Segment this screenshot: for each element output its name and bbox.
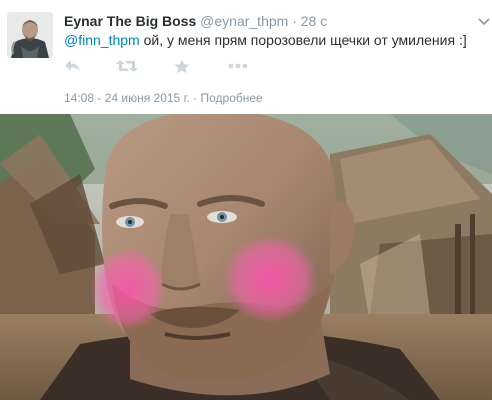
more-button[interactable] bbox=[228, 57, 248, 75]
more-dots-icon bbox=[228, 63, 248, 69]
mention-link[interactable]: @finn_thpm bbox=[64, 32, 140, 48]
tweet-meta: 14:08 - 24 июня 2015 г. · Подробнее bbox=[64, 90, 263, 106]
tweet-header: Eynar The Big Boss @eynar_thpm · 28 с bbox=[64, 12, 327, 30]
avatar[interactable] bbox=[7, 12, 53, 58]
reply-icon bbox=[64, 59, 82, 73]
header-separator: · bbox=[292, 13, 297, 29]
details-link[interactable]: Подробнее bbox=[200, 91, 262, 105]
tweet-actions bbox=[64, 57, 324, 75]
tweet-text: @finn_thpm ой, у меня прям порозовели ще… bbox=[64, 31, 484, 49]
tweet-card: Eynar The Big Boss @eynar_thpm · 28 с @f… bbox=[0, 0, 492, 400]
chevron-down-icon[interactable] bbox=[478, 18, 492, 28]
tweet-time[interactable]: 28 с bbox=[301, 13, 327, 29]
reply-button[interactable] bbox=[64, 57, 82, 75]
meta-separator: · bbox=[189, 91, 201, 105]
tweet-photo[interactable] bbox=[0, 114, 492, 400]
tweet-timestamp[interactable]: 14:08 - 24 июня 2015 г. bbox=[64, 91, 190, 105]
tweet-body: ой, у меня прям порозовели щечки от умил… bbox=[139, 32, 467, 48]
author-handle[interactable]: @eynar_thpm bbox=[200, 13, 288, 29]
star-icon bbox=[174, 59, 190, 74]
retweet-icon bbox=[116, 59, 138, 73]
retweet-button[interactable] bbox=[116, 57, 138, 75]
favorite-button[interactable] bbox=[174, 57, 190, 75]
author-name[interactable]: Eynar The Big Boss bbox=[64, 13, 196, 29]
